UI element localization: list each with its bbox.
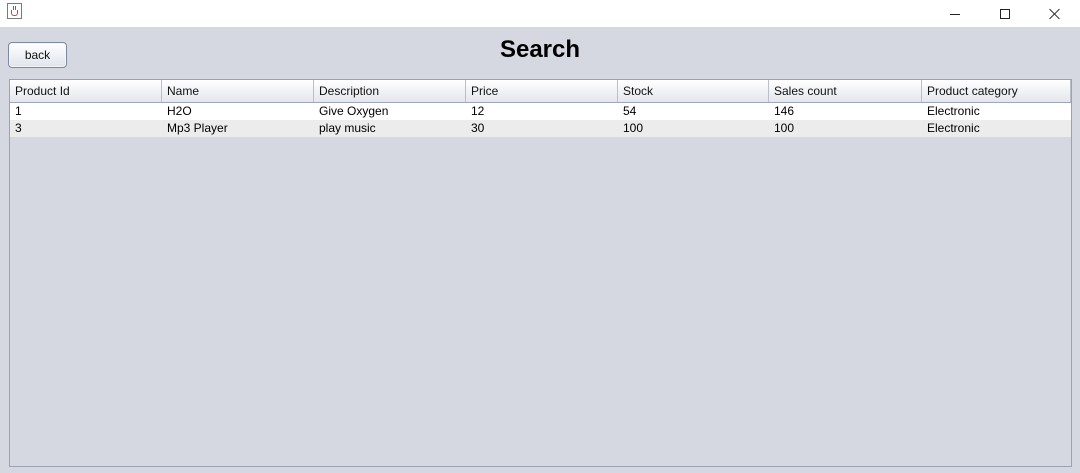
column-header-sales-count[interactable]: Sales count (769, 80, 922, 102)
cell-product-id[interactable]: 3 (10, 120, 162, 137)
minimize-icon (950, 14, 960, 15)
cell-price[interactable]: 30 (466, 120, 618, 137)
column-header-description[interactable]: Description (314, 80, 466, 102)
maximize-button[interactable] (982, 0, 1028, 27)
column-header-stock[interactable]: Stock (618, 80, 769, 102)
table-header: Product Id Name Description Price Stock … (10, 80, 1071, 103)
close-icon (1049, 8, 1061, 20)
cell-price[interactable]: 12 (466, 103, 618, 120)
column-header-name[interactable]: Name (162, 80, 314, 102)
cell-sales-count[interactable]: 100 (769, 120, 922, 137)
table-row[interactable]: 1 H2O Give Oxygen 12 54 146 Electronic (10, 103, 1071, 120)
cell-description[interactable]: play music (314, 120, 466, 137)
table-row[interactable]: 3 Mp3 Player play music 30 100 100 Elect… (10, 120, 1071, 137)
cell-description[interactable]: Give Oxygen (314, 103, 466, 120)
main-panel: back Search Product Id Name Description … (0, 27, 1080, 473)
results-table[interactable]: Product Id Name Description Price Stock … (9, 79, 1072, 467)
java-app-icon[interactable] (7, 3, 22, 19)
cell-product-category[interactable]: Electronic (922, 103, 1071, 120)
cell-stock[interactable]: 54 (618, 103, 769, 120)
cell-product-id[interactable]: 1 (10, 103, 162, 120)
column-header-product-category[interactable]: Product category (922, 80, 1071, 102)
cell-sales-count[interactable]: 146 (769, 103, 922, 120)
page-title: Search (499, 36, 581, 63)
column-header-price[interactable]: Price (466, 80, 618, 102)
minimize-button[interactable] (932, 0, 978, 27)
java-cup-shape (11, 10, 18, 16)
cell-name[interactable]: H2O (162, 103, 314, 120)
close-button[interactable] (1032, 0, 1078, 27)
cell-stock[interactable]: 100 (618, 120, 769, 137)
cell-product-category[interactable]: Electronic (922, 120, 1071, 137)
maximize-icon (1000, 8, 1010, 19)
cell-name[interactable]: Mp3 Player (162, 120, 314, 137)
window-titlebar (0, 0, 1080, 27)
column-header-product-id[interactable]: Product Id (10, 80, 162, 102)
